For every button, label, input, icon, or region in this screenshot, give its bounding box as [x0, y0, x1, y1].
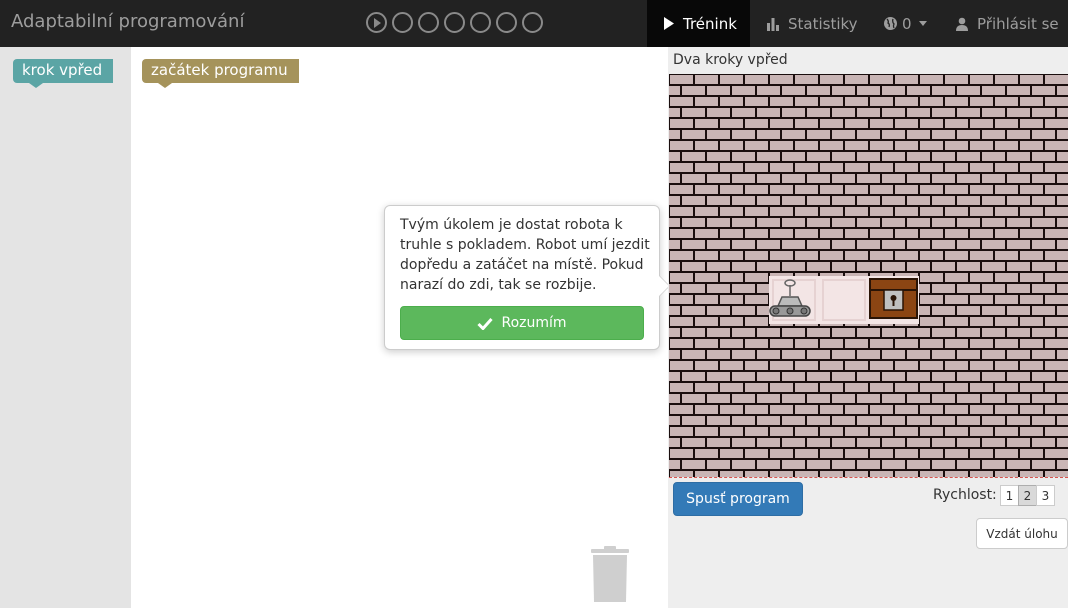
nav-training-label: Trénink: [683, 14, 737, 33]
globe-icon: [883, 16, 898, 31]
nav-login[interactable]: Přihlásit se: [955, 0, 1059, 47]
block-program-start-label: začátek programu: [151, 61, 288, 79]
world-grid: [669, 74, 1068, 477]
understood-button-label: Rozumím: [501, 315, 567, 331]
circle-icon[interactable]: [470, 12, 491, 33]
block-program-start[interactable]: začátek programu: [142, 59, 299, 88]
speed-selector: 1 2 3: [1000, 485, 1055, 506]
navbar: Adaptabilní programování Trénink Statist…: [0, 0, 1068, 47]
speed-label: Rychlost:: [933, 487, 997, 503]
nav-statistics[interactable]: Statistiky: [766, 0, 858, 47]
bar-chart-icon: [766, 17, 780, 31]
understood-button[interactable]: Rozumím: [400, 306, 644, 340]
circle-icon[interactable]: [392, 12, 413, 33]
speed-option-2[interactable]: 2: [1018, 485, 1037, 506]
play-icon: [663, 17, 675, 30]
nav-points-label: 0: [902, 14, 912, 33]
nav-login-label: Přihlásit se: [977, 14, 1059, 33]
chevron-down-icon: [918, 21, 927, 26]
circle-icon[interactable]: [496, 12, 517, 33]
block-toolbox: [0, 47, 131, 608]
nav-statistics-label: Statistiky: [788, 14, 858, 33]
nav-training[interactable]: Trénink: [647, 0, 750, 47]
speed-option-1[interactable]: 1: [1000, 485, 1019, 506]
nav-points-dropdown[interactable]: 0: [883, 0, 927, 47]
speed-option-3[interactable]: 3: [1036, 485, 1055, 506]
give-up-button[interactable]: Vzdát úlohu: [976, 518, 1068, 549]
app-title[interactable]: Adaptabilní programování: [11, 11, 244, 32]
cell-empty: [819, 276, 869, 324]
circle-icon[interactable]: [444, 12, 465, 33]
instructions-text: Tvým úkolem je dostat robota k truhle s …: [400, 217, 650, 293]
run-program-button[interactable]: Spusť program: [673, 482, 803, 516]
user-icon: [955, 17, 969, 31]
instructions-popover: Tvým úkolem je dostat robota k truhle s …: [384, 205, 670, 350]
circle-icon[interactable]: [418, 12, 439, 33]
block-move-forward[interactable]: krok vpřed: [13, 59, 113, 88]
circle-icon[interactable]: [522, 12, 543, 33]
task-title: Dva kroky vpřed: [673, 52, 788, 68]
play-circle-icon[interactable]: [366, 12, 387, 33]
block-move-forward-label: krok vpřed: [22, 61, 103, 79]
trash-icon[interactable]: [589, 546, 631, 602]
check-icon: [477, 317, 494, 330]
treasure-chest-icon: [869, 278, 918, 319]
level-progress: [366, 11, 548, 34]
robot-world: [669, 74, 1068, 478]
